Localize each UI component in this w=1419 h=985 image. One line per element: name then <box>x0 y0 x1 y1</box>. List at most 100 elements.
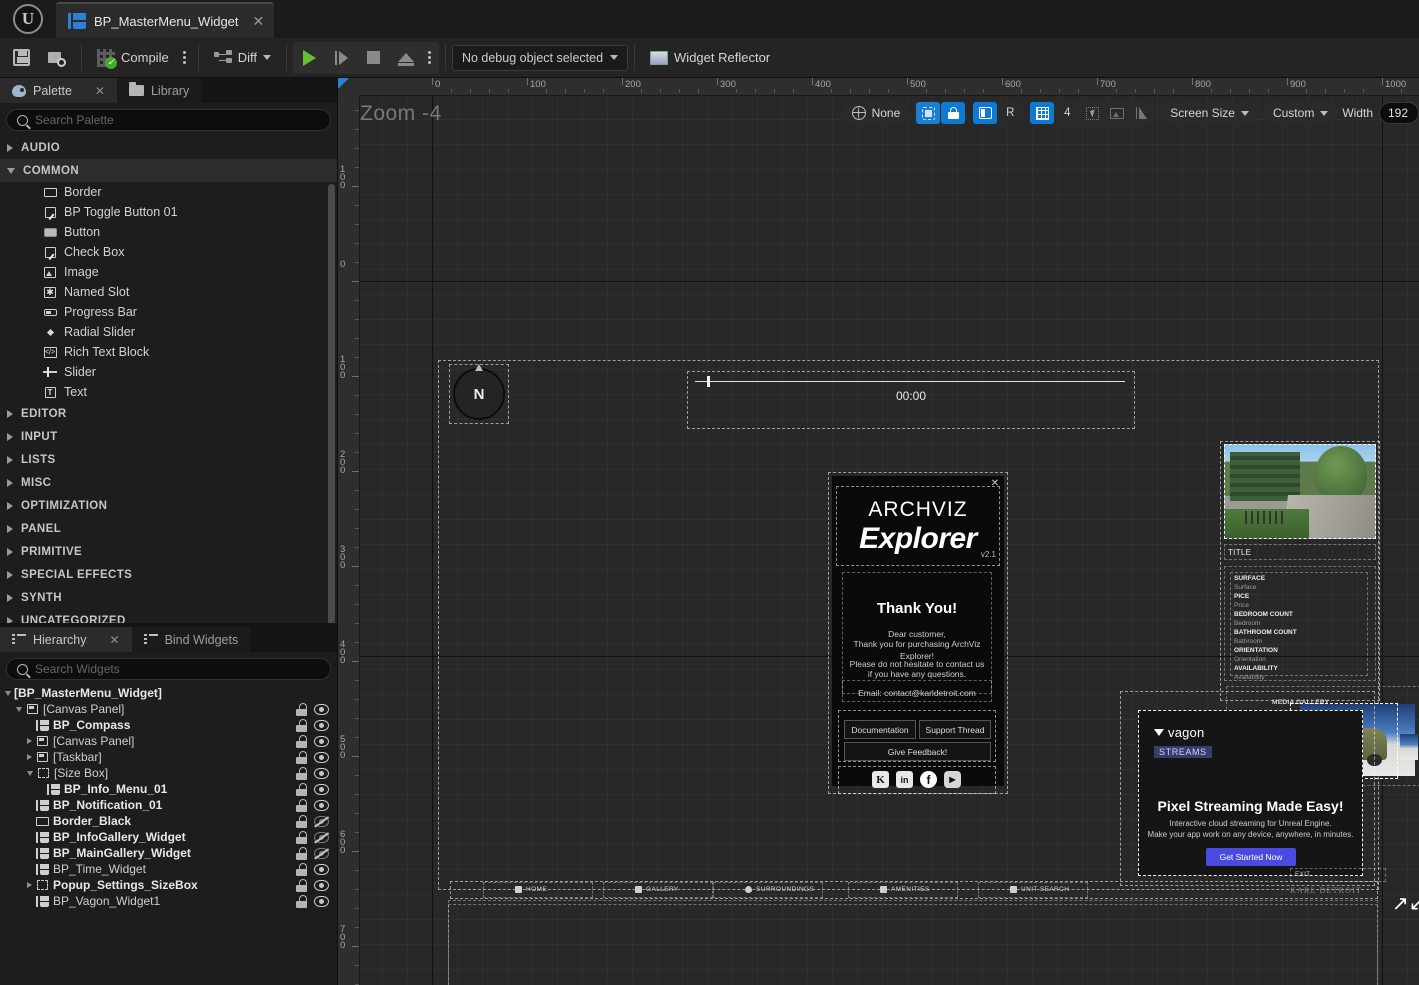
chevron-right-icon[interactable] <box>27 882 32 888</box>
support-thread-button[interactable]: Support Thread <box>919 720 991 739</box>
designer-viewport[interactable]: 0100200300400500600700800900100011001200… <box>338 78 1419 985</box>
debug-object-select[interactable]: No debug object selected <box>451 44 629 71</box>
hierarchy-search-input[interactable]: Search Widgets <box>6 658 331 680</box>
hierarchy-row-bp_info_menu_01[interactable]: BP_Info_Menu_01 <box>0 781 337 797</box>
resolution-r-button[interactable]: R <box>998 102 1022 124</box>
palette-category-optimization[interactable]: OPTIMIZATION <box>0 494 337 517</box>
lower-canvas-region[interactable] <box>448 904 1378 985</box>
lock-toggle-icon[interactable] <box>295 718 308 732</box>
documentation-button[interactable]: Documentation <box>844 720 916 739</box>
close-icon[interactable]: ✕ <box>95 84 105 98</box>
lock-toggle-icon[interactable] <box>295 830 308 844</box>
visibility-toggle-icon[interactable] <box>314 783 329 795</box>
palette-search-input[interactable]: Search Palette <box>6 109 331 131</box>
vertical-ruler[interactable]: 2001000100200300400500600700800 <box>338 96 360 985</box>
palette-category-input[interactable]: INPUT <box>0 425 337 448</box>
eject-button[interactable] <box>391 44 421 72</box>
hierarchy-row-border_black[interactable]: Border_Black <box>0 813 337 829</box>
fill-screen-button[interactable] <box>973 102 998 124</box>
lock-toggle-icon[interactable] <box>295 798 308 812</box>
screen-size-select[interactable]: Screen Size <box>1160 101 1259 125</box>
palette-category-lists[interactable]: LISTS <box>0 448 337 471</box>
hierarchy-row-bp_notification_01[interactable]: BP_Notification_01 <box>0 797 337 813</box>
visibility-toggle-icon[interactable] <box>314 815 329 827</box>
visibility-toggle-icon[interactable] <box>314 799 329 811</box>
width-input[interactable]: 192 <box>1379 102 1419 124</box>
palette-category-panel[interactable]: PANEL <box>0 517 337 540</box>
facebook-icon[interactable]: f <box>920 771 937 788</box>
linkedin-icon[interactable]: in <box>896 771 913 788</box>
hierarchy-row-bp_maingallery_widget[interactable]: BP_MainGallery_Widget <box>0 845 337 861</box>
chevron-right-icon[interactable] <box>27 754 32 760</box>
palette-category-audio[interactable]: AUDIO <box>0 136 337 159</box>
lock-toggle-icon[interactable] <box>295 894 308 908</box>
palette-item-progress-bar[interactable]: Progress Bar <box>0 302 337 322</box>
tab-bind-widgets[interactable]: Bind Widgets <box>131 627 251 652</box>
close-icon[interactable]: ✕ <box>253 13 265 30</box>
palette-item-check-box[interactable]: Check Box <box>0 242 337 262</box>
browse-button[interactable] <box>39 42 75 74</box>
palette-category-special-effects[interactable]: SPECIAL EFFECTS <box>0 563 337 586</box>
lock-toggle-icon[interactable] <box>295 782 308 796</box>
hierarchy-row-canvas-panel[interactable]: [Canvas Panel] <box>0 733 337 749</box>
grid-snap-button[interactable] <box>1030 102 1055 124</box>
palette-tree[interactable]: AUDIO COMMON Border BP Toggle Button 01 Butt… <box>0 136 337 623</box>
palette-category-synth[interactable]: SYNTH <box>0 586 337 609</box>
palette-item-text[interactable]: T Text <box>0 382 337 402</box>
gallery-photo-thumb[interactable] <box>1400 734 1418 760</box>
youtube-icon[interactable]: ▶ <box>944 771 961 788</box>
lock-toggle-icon[interactable] <box>295 862 308 876</box>
image-toggle-button[interactable] <box>1105 102 1129 124</box>
chevron-down-icon[interactable] <box>16 706 22 712</box>
visibility-toggle-icon[interactable] <box>314 735 329 747</box>
hierarchy-row-canvas-panel[interactable]: [Canvas Panel] <box>0 701 337 717</box>
visibility-toggle-icon[interactable] <box>314 863 329 875</box>
play-button[interactable] <box>295 44 325 72</box>
palette-item-bp-toggle-button-01[interactable]: BP Toggle Button 01 <box>0 202 337 222</box>
lock-toggle-icon[interactable] <box>295 766 308 780</box>
palette-item-button[interactable]: Button <box>0 222 337 242</box>
visibility-toggle-icon[interactable] <box>314 879 329 891</box>
lock-toggle-icon[interactable] <box>295 846 308 860</box>
hierarchy-tree[interactable]: [BP_MasterMenu_Widget] [Canvas Panel] BP_C… <box>0 685 337 985</box>
hierarchy-row-bp_time_widget[interactable]: BP_Time_Widget <box>0 861 337 877</box>
mirror-toggle-button[interactable] <box>1130 102 1154 124</box>
hierarchy-row-bp_vagon_widget1[interactable]: BP_Vagon_Widget1 <box>0 893 337 909</box>
palette-item-named-slot[interactable]: ✱ Named Slot <box>0 282 337 302</box>
chevron-down-icon[interactable] <box>5 690 11 696</box>
time-slider-handle[interactable] <box>707 376 710 387</box>
palette-item-image[interactable]: Image <box>0 262 337 282</box>
tab-library[interactable]: Library <box>116 78 202 103</box>
karl-icon[interactable]: K <box>872 771 889 788</box>
custom-size-select[interactable]: Custom <box>1262 101 1339 125</box>
time-slider-track[interactable] <box>695 381 1125 382</box>
vagon-selection-bounds[interactable] <box>1138 710 1363 876</box>
compass-widget[interactable]: N <box>453 364 505 420</box>
give-feedback-button[interactable]: Give Feedback! <box>844 742 991 761</box>
snap-to-widget-button[interactable] <box>916 102 941 124</box>
diff-button[interactable]: Diff <box>205 42 280 74</box>
close-icon[interactable]: ✕ <box>110 633 120 647</box>
property-photo-selection[interactable] <box>1224 444 1376 539</box>
design-canvas[interactable]: N 00:00 ✕ ARCHVIZ Explorer v2.1 Thank Yo… <box>360 96 1419 985</box>
tab-hierarchy[interactable]: Hierarchy ✕ <box>0 627 132 652</box>
visibility-toggle-icon[interactable] <box>314 719 329 731</box>
archviz-popup[interactable]: ✕ ARCHVIZ Explorer v2.1 Thank You! Dear … <box>832 476 1004 794</box>
localization-preview-button[interactable]: None <box>841 101 911 125</box>
palette-scroll-thumb[interactable] <box>328 184 335 623</box>
tab-palette[interactable]: Palette ✕ <box>0 78 117 103</box>
palette-item-slider[interactable]: Slider <box>0 362 337 382</box>
palette-category-editor[interactable]: EDITOR <box>0 402 337 425</box>
palette-item-rich-text-block[interactable]: </> Rich Text Block <box>0 342 337 362</box>
widget-reflector-button[interactable]: Widget Reflector <box>641 42 779 74</box>
hierarchy-row-taskbar[interactable]: [Taskbar] <box>0 749 337 765</box>
hierarchy-row-popup_settings_sizebox[interactable]: Popup_Settings_SizeBox <box>0 877 337 893</box>
visibility-toggle-icon[interactable] <box>314 703 329 715</box>
horizontal-ruler[interactable]: 0100200300400500600700800900100011001200… <box>360 78 1419 96</box>
lock-toggle-icon[interactable] <box>295 878 308 892</box>
stop-button[interactable] <box>359 44 389 72</box>
chevron-down-icon[interactable] <box>27 770 33 776</box>
play-options-button[interactable] <box>423 51 437 64</box>
lock-aspect-button[interactable] <box>941 102 966 124</box>
lock-toggle-icon[interactable] <box>295 702 308 716</box>
